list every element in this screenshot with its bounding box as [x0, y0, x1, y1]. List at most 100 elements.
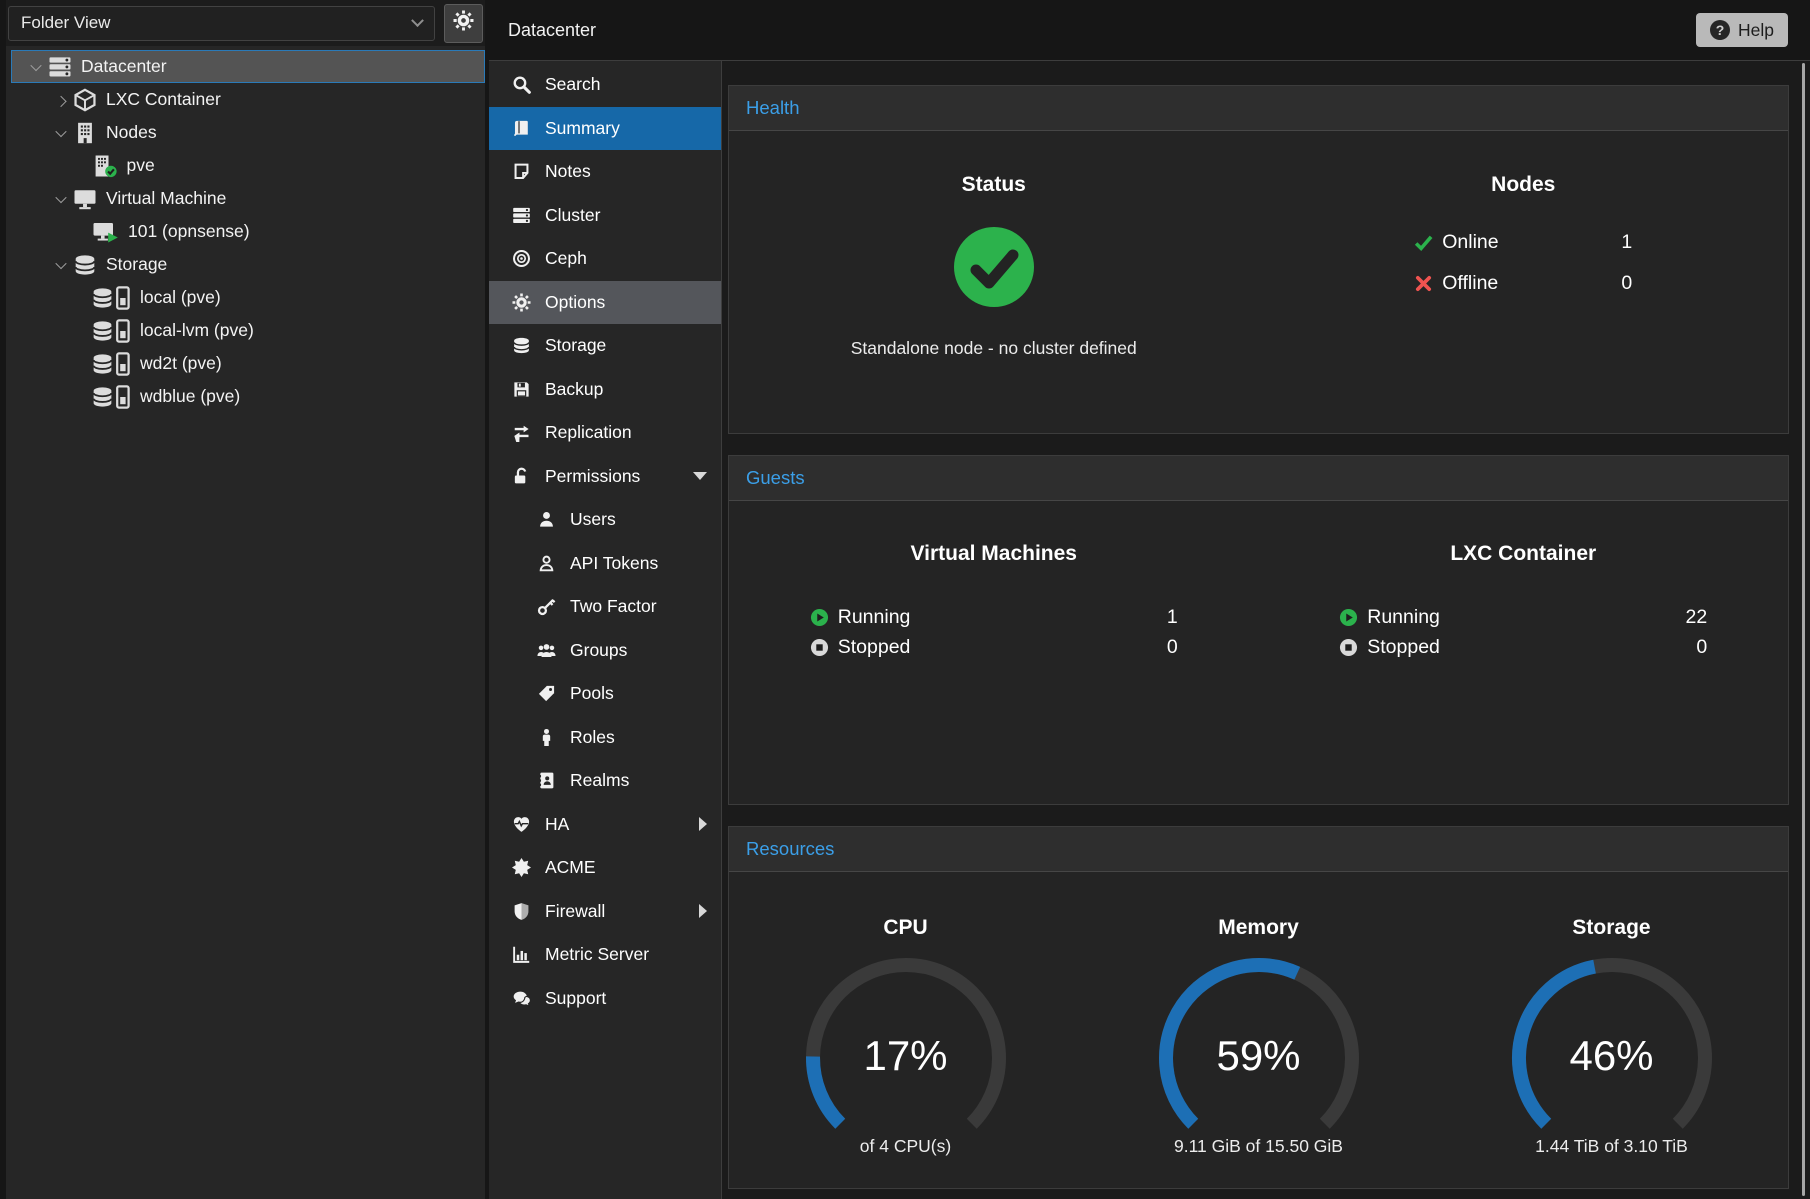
- nav-item-label: Ceph: [545, 248, 587, 269]
- database-disk-icon: [92, 319, 131, 343]
- tree-item-wdblue-pve[interactable]: wdblue (pve): [6, 380, 485, 413]
- caret-down-icon[interactable]: [49, 261, 73, 269]
- gauge-percent: 17%: [791, 1032, 1021, 1080]
- nav-item-ceph[interactable]: Ceph: [489, 237, 721, 281]
- tree-item-storage[interactable]: Storage: [6, 248, 485, 281]
- caret-down-icon[interactable]: [24, 63, 48, 71]
- status-value: 0: [1696, 636, 1707, 659]
- address-book-icon: [535, 771, 557, 790]
- guests-panel: Guests Virtual MachinesRunning1Stopped0L…: [728, 455, 1789, 805]
- tree-item-local-pve[interactable]: local (pve): [6, 281, 485, 314]
- database-disk-icon: [92, 286, 131, 310]
- nav-item-label: Two Factor: [570, 596, 657, 617]
- nav-item-summary[interactable]: Summary: [489, 107, 721, 151]
- ceph-icon: [510, 249, 532, 268]
- nav-item-realms[interactable]: Realms: [489, 759, 721, 803]
- nav-item-firewall[interactable]: Firewall: [489, 890, 721, 934]
- desktop-icon: [73, 187, 97, 211]
- nav-item-metric-server[interactable]: Metric Server: [489, 933, 721, 977]
- nav-item-label: Support: [545, 988, 606, 1009]
- nav-item-cluster[interactable]: Cluster: [489, 194, 721, 238]
- page-title: Datacenter: [489, 20, 596, 41]
- content-header-bar: Datacenter ? Help: [489, 0, 1810, 61]
- key-icon: [535, 597, 557, 616]
- status-value: 1: [1167, 606, 1178, 629]
- tree-item-virtual-machine[interactable]: Virtual Machine: [6, 182, 485, 215]
- tree-item-label: local-lvm (pve): [140, 320, 254, 341]
- nav-item-pools[interactable]: Pools: [489, 672, 721, 716]
- tree-item-label: Nodes: [106, 122, 157, 143]
- nav-item-permissions[interactable]: Permissions: [489, 455, 721, 499]
- database-disk-icon: [92, 352, 131, 376]
- search-icon: [510, 75, 532, 94]
- caret-down-icon[interactable]: [49, 129, 73, 137]
- nav-item-acme[interactable]: ACME: [489, 846, 721, 890]
- nav-item-ha[interactable]: HA: [489, 803, 721, 847]
- nav-item-groups[interactable]: Groups: [489, 629, 721, 673]
- tree-item-label: local (pve): [140, 287, 221, 308]
- note-icon: [510, 162, 532, 181]
- tree-item-datacenter[interactable]: Datacenter: [11, 50, 485, 83]
- nav-item-two-factor[interactable]: Two Factor: [489, 585, 721, 629]
- caret-down-icon: [693, 472, 707, 480]
- status-heading: Status: [962, 173, 1026, 197]
- gear-icon: [510, 293, 532, 312]
- status-row-running: Running22: [1339, 606, 1707, 629]
- nav-item-replication[interactable]: Replication: [489, 411, 721, 455]
- nav-item-api-tokens[interactable]: API Tokens: [489, 542, 721, 586]
- tree-item-wd2t-pve[interactable]: wd2t (pve): [6, 347, 485, 380]
- guests-rows: Running22 Stopped0: [1339, 606, 1707, 659]
- check-icon: [1414, 233, 1433, 252]
- tree-settings-button[interactable]: [444, 4, 483, 43]
- help-button[interactable]: ? Help: [1696, 13, 1788, 47]
- nav-item-label: Users: [570, 509, 616, 530]
- caret-down-icon[interactable]: [49, 195, 73, 203]
- cpu-usage-gauge: 17%: [791, 940, 1021, 1136]
- tree-item-pve[interactable]: pve: [6, 149, 485, 182]
- cluster-status-message: Standalone node - no cluster defined: [851, 338, 1137, 359]
- nav-item-backup[interactable]: Backup: [489, 368, 721, 412]
- status-row-stopped: Stopped0: [1339, 636, 1707, 659]
- health-panel-title: Health: [729, 86, 1788, 131]
- nodes-status-rows: Online1Offline0: [1414, 231, 1632, 295]
- tree-item-label: pve: [127, 155, 155, 176]
- nav-item-options[interactable]: Options: [489, 281, 721, 325]
- tree-item-label: Datacenter: [81, 56, 167, 77]
- nav-item-label: Notes: [545, 161, 591, 182]
- nav-item-notes[interactable]: Notes: [489, 150, 721, 194]
- nav-item-storage[interactable]: Storage: [489, 324, 721, 368]
- vertical-scrollbar[interactable]: [1802, 63, 1805, 1196]
- tree-item-local-lvm-pve[interactable]: local-lvm (pve): [6, 314, 485, 347]
- database-disk-icon: [92, 385, 131, 409]
- floppy-icon: [510, 380, 532, 399]
- nav-item-users[interactable]: Users: [489, 498, 721, 542]
- nav-item-label: HA: [545, 814, 569, 835]
- building-icon: [73, 121, 97, 145]
- tree-item-label: LXC Container: [106, 89, 221, 110]
- caret-right-icon: [699, 904, 707, 918]
- status-label: Running: [1367, 606, 1440, 629]
- nav-item-roles[interactable]: Roles: [489, 716, 721, 760]
- caret-right-icon[interactable]: [49, 96, 73, 104]
- view-mode-value: Folder View: [21, 13, 110, 33]
- cross-icon: [1414, 274, 1433, 293]
- tree-item-lxc-container[interactable]: LXC Container: [6, 83, 485, 116]
- nav-item-support[interactable]: Support: [489, 977, 721, 1021]
- user-icon: [535, 510, 557, 529]
- guests-column-lxc-container: LXC Container Running22 Stopped0: [1259, 501, 1789, 804]
- nav-item-label: ACME: [545, 857, 596, 878]
- gauge-subtitle: of 4 CPU(s): [860, 1136, 951, 1157]
- health-panel: Health Status Standalone node - no clust…: [728, 85, 1789, 434]
- nav-item-label: Search: [545, 74, 600, 95]
- shield-icon: [510, 902, 532, 921]
- view-mode-select[interactable]: Folder View: [8, 6, 435, 41]
- desktop-play-icon: [92, 220, 119, 244]
- tree-item-nodes[interactable]: Nodes: [6, 116, 485, 149]
- nav-item-search[interactable]: Search: [489, 63, 721, 107]
- guests-column-heading: LXC Container: [1450, 542, 1596, 566]
- play-circle-icon: [810, 608, 829, 627]
- person-icon: [535, 728, 557, 747]
- nav-item-label: Roles: [570, 727, 615, 748]
- resources-panel-title: Resources: [729, 827, 1788, 872]
- tree-item-101-opnsense[interactable]: 101 (opnsense): [6, 215, 485, 248]
